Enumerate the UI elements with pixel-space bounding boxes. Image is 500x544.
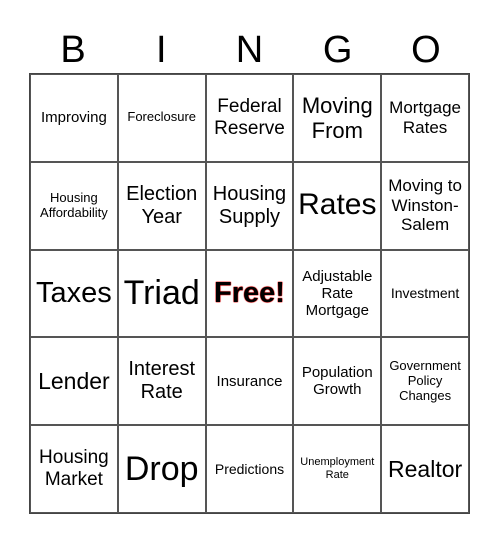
bingo-cell[interactable]: Insurance — [205, 337, 294, 426]
bingo-cell[interactable]: Investment — [381, 249, 469, 338]
bingo-cell[interactable]: Housing Affordability — [30, 161, 118, 250]
bingo-grid: Improving Foreclosure Federal Reserve Mo… — [29, 73, 470, 514]
bingo-cell[interactable]: Foreclosure — [117, 74, 206, 162]
bingo-cell[interactable]: Adjustable Rate Mortgage — [293, 249, 382, 338]
bingo-cell[interactable]: Moving to Winston-Salem — [381, 161, 469, 250]
free-space-cell[interactable]: Free! — [205, 249, 294, 338]
header-letter-i: I — [156, 29, 167, 71]
bingo-cell[interactable]: Population Growth — [293, 337, 382, 426]
bingo-cell[interactable]: Government Policy Changes — [381, 337, 469, 426]
bingo-cell[interactable]: Drop — [117, 425, 206, 513]
header-letter-o: O — [411, 29, 441, 71]
bingo-cell[interactable]: Predictions — [205, 425, 294, 513]
bingo-cell[interactable]: Mortgage Rates — [381, 74, 469, 162]
header-letter-n: N — [235, 29, 264, 71]
bingo-cell[interactable]: Triad — [117, 249, 206, 338]
bingo-header: B I N G O — [29, 28, 470, 72]
bingo-cell[interactable]: Moving From — [293, 74, 382, 162]
header-letter-b: B — [60, 29, 86, 71]
header-letter-g: G — [322, 29, 353, 71]
bingo-cell[interactable]: Federal Reserve — [205, 74, 294, 162]
bingo-cell[interactable]: Interest Rate — [117, 337, 206, 426]
bingo-cell[interactable]: Election Year — [117, 161, 206, 250]
bingo-cell[interactable]: Taxes — [30, 249, 118, 338]
bingo-cell[interactable]: Lender — [30, 337, 118, 426]
bingo-cell[interactable]: Housing Supply — [205, 161, 294, 250]
bingo-cell[interactable]: Improving — [30, 74, 118, 162]
bingo-cell[interactable]: Housing Market — [30, 425, 118, 513]
bingo-cell[interactable]: Realtor — [381, 425, 469, 513]
bingo-cell[interactable]: Unemployment Rate — [293, 425, 382, 513]
bingo-cell[interactable]: Rates — [293, 161, 382, 250]
